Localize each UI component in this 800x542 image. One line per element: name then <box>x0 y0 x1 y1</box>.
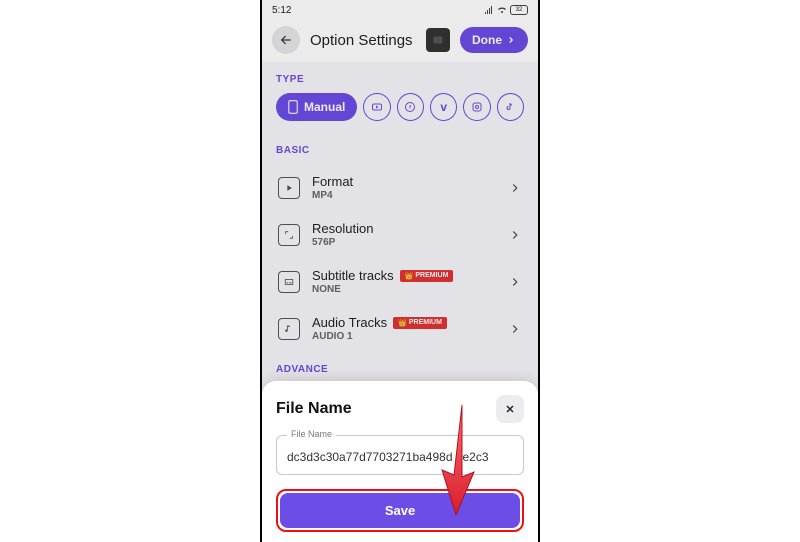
type-tiktok[interactable] <box>497 93 524 121</box>
close-button[interactable] <box>496 395 524 423</box>
filename-field-wrap: File Name <box>276 435 524 475</box>
youtube-icon <box>371 101 383 113</box>
thumbnail-icon <box>432 34 444 46</box>
section-basic-label: BASIC <box>262 133 538 164</box>
done-label: Done <box>472 33 502 47</box>
item-resolution-title: Resolution <box>312 221 496 236</box>
item-resolution-value: 576P <box>312 237 496 248</box>
save-highlight: Save <box>276 489 524 532</box>
facebook-icon <box>404 101 416 113</box>
status-bar: 5:12 32 <box>262 0 538 18</box>
phone-frame: 5:12 32 Option Settings Done TYPE Manual <box>260 0 540 542</box>
close-icon <box>504 403 516 415</box>
video-thumbnail[interactable] <box>426 28 450 52</box>
item-subtitle[interactable]: Subtitle tracks 👑 PREMIUM NONE <box>272 258 528 305</box>
premium-badge: 👑 PREMIUM <box>393 317 447 329</box>
tiktok-icon <box>504 101 516 113</box>
app-header: Option Settings Done <box>262 18 538 62</box>
item-format-title: Format <box>312 174 496 189</box>
premium-badge: 👑 PREMIUM <box>400 270 454 282</box>
resolution-icon <box>278 224 300 246</box>
chevron-right-icon <box>508 181 522 195</box>
wifi-icon <box>497 5 507 15</box>
arrow-left-icon <box>279 33 293 47</box>
item-format-value: MP4 <box>312 190 496 201</box>
subtitle-icon <box>278 271 300 293</box>
chevron-right-icon <box>508 322 522 336</box>
chevron-right-icon <box>508 228 522 242</box>
section-type-label: TYPE <box>262 62 538 93</box>
chevron-right-icon <box>508 275 522 289</box>
battery-icon: 32 <box>510 5 528 15</box>
type-instagram[interactable] <box>463 93 490 121</box>
item-resolution[interactable]: Resolution 576P <box>272 211 528 258</box>
filename-input[interactable] <box>287 450 513 464</box>
instagram-icon <box>471 101 483 113</box>
back-button[interactable] <box>272 26 300 54</box>
signal-icon <box>484 5 494 15</box>
chevron-right-icon <box>506 35 516 45</box>
item-audio[interactable]: Audio Tracks 👑 PREMIUM AUDIO 1 <box>272 305 528 352</box>
save-button[interactable]: Save <box>280 493 520 528</box>
type-manual-label: Manual <box>304 100 345 114</box>
page-title: Option Settings <box>310 32 416 49</box>
section-advance-label: ADVANCE <box>262 352 538 383</box>
item-audio-title: Audio Tracks <box>312 315 387 330</box>
format-icon <box>278 177 300 199</box>
type-youtube[interactable] <box>363 93 390 121</box>
item-subtitle-title: Subtitle tracks <box>312 268 394 283</box>
phone-icon <box>288 100 298 114</box>
status-right: 32 <box>484 5 528 15</box>
filename-sheet: File Name File Name Save <box>262 381 538 542</box>
filename-field-label: File Name <box>287 429 336 439</box>
basic-list: Format MP4 Resolution 576P Subtitle trac… <box>262 164 538 352</box>
type-row: Manual v <box>262 93 538 133</box>
type-vimeo[interactable]: v <box>430 93 457 121</box>
vimeo-icon: v <box>440 100 447 114</box>
status-time: 5:12 <box>272 5 291 16</box>
content-area: TYPE Manual v BASIC Format MP4 <box>262 62 538 430</box>
item-subtitle-value: NONE <box>312 284 496 295</box>
sheet-title: File Name <box>276 400 352 418</box>
type-manual-chip[interactable]: Manual <box>276 93 357 121</box>
audio-icon <box>278 318 300 340</box>
item-format[interactable]: Format MP4 <box>272 164 528 211</box>
type-facebook[interactable] <box>397 93 424 121</box>
item-audio-value: AUDIO 1 <box>312 331 496 342</box>
done-button[interactable]: Done <box>460 27 528 53</box>
